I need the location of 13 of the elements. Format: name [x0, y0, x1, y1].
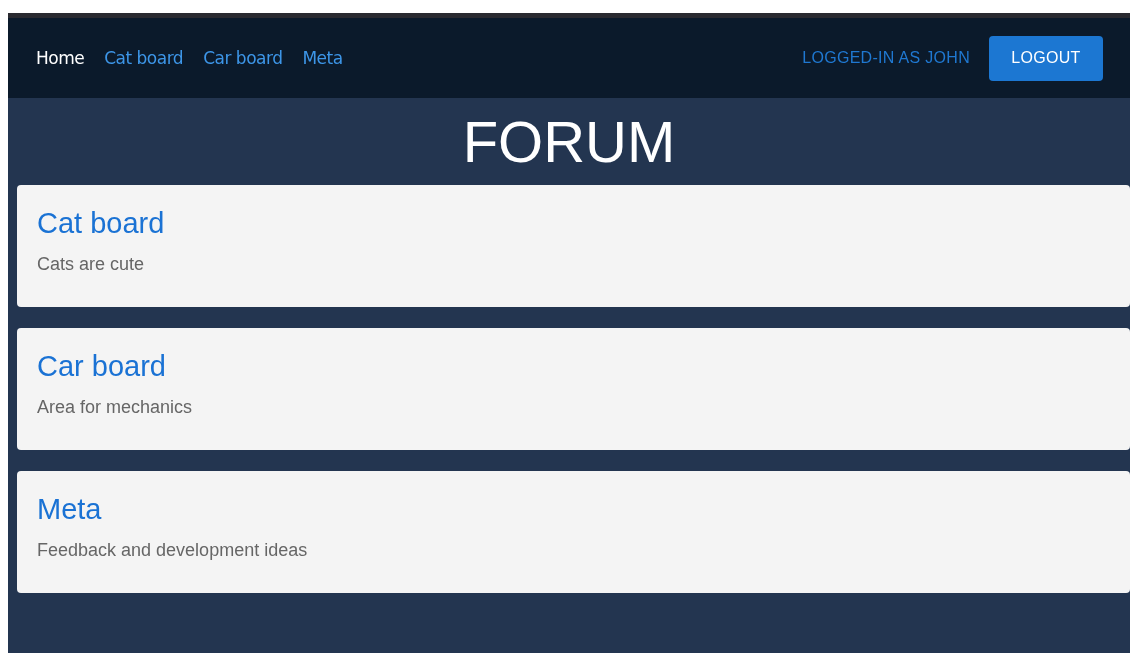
nav-link[interactable]: Cat board — [104, 48, 184, 68]
nav-link[interactable]: Car board — [203, 48, 283, 68]
nav-link[interactable]: Meta — [302, 48, 343, 68]
board-link[interactable]: Cat board — [37, 207, 165, 240]
board-description: Cats are cute — [37, 254, 145, 275]
board-description: Area for mechanics — [37, 397, 193, 418]
user-label: LOGGED-IN AS JOHN — [802, 49, 970, 67]
nav-link[interactable]: Home — [36, 48, 85, 68]
page-title: FORUM — [461, 110, 677, 174]
board-description: Feedback and development ideas — [37, 540, 308, 561]
board-link[interactable]: Car board — [37, 350, 166, 383]
logout-button[interactable]: LOGOUT — [989, 35, 1103, 81]
board-link[interactable]: Meta — [37, 493, 102, 526]
